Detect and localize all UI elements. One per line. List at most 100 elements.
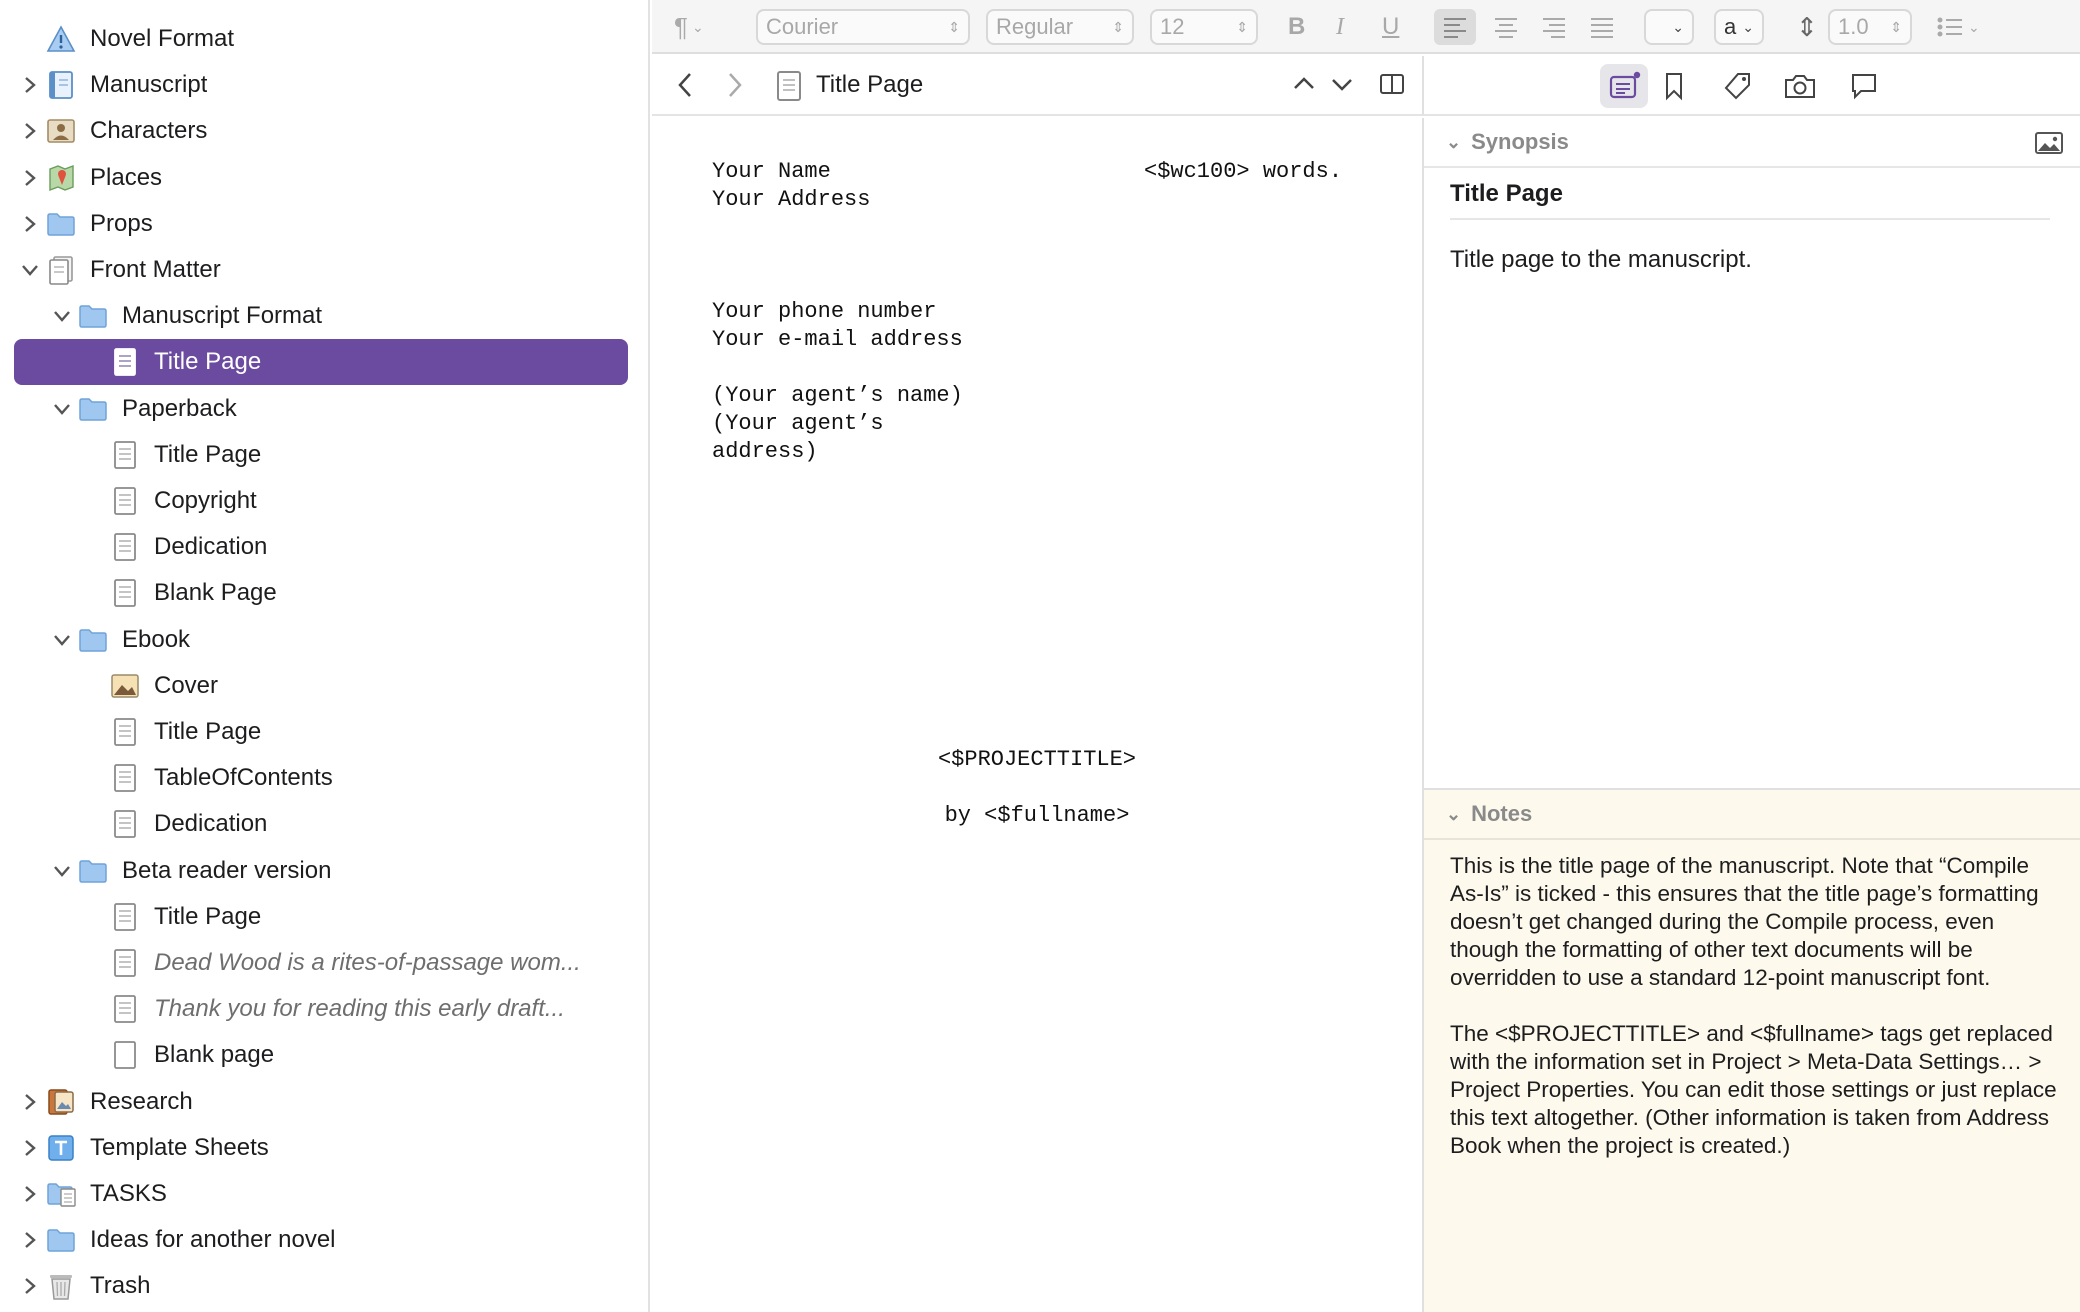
text-color-select[interactable]: ⌄ <box>1644 9 1694 45</box>
align-left-button[interactable] <box>1434 9 1476 45</box>
binder-item-label: Dedication <box>154 533 268 561</box>
research-icon <box>46 1087 76 1117</box>
disclosure-chevron-right-icon[interactable] <box>14 155 46 201</box>
chevron-down-icon: ⌄ <box>1968 18 1980 35</box>
align-right-button[interactable] <box>1534 9 1574 45</box>
binder-item[interactable]: Props <box>14 201 628 247</box>
notes-icon <box>1609 71 1641 99</box>
binder-item-label: Places <box>90 163 163 191</box>
binder-item-label: Title Page <box>154 902 262 930</box>
binder-item[interactable]: Dedication <box>14 524 628 570</box>
binder-item[interactable]: Cover <box>14 663 628 709</box>
disclosure-chevron-down-icon[interactable] <box>14 247 46 293</box>
inspector-bookmarks-tab[interactable] <box>1650 64 1698 108</box>
font-size-select[interactable]: 12 ⇕ <box>1150 9 1258 45</box>
disclosure-chevron-right-icon[interactable] <box>14 1079 46 1125</box>
binder-item[interactable]: Trash <box>14 1263 628 1309</box>
synopsis-image-toggle[interactable] <box>2034 130 2064 161</box>
document-icon <box>110 809 140 839</box>
binder-item[interactable]: Dedication <box>14 801 628 847</box>
synopsis-header[interactable]: ⌄ Synopsis <box>1424 118 2080 168</box>
disclosure-chevron-right-icon[interactable] <box>14 1263 46 1309</box>
document-icon <box>110 578 140 608</box>
binder-item[interactable]: Title Page <box>14 709 628 755</box>
highlight-select[interactable]: a ⌄ <box>1714 9 1764 45</box>
italic-button[interactable]: I <box>1336 9 1360 45</box>
disclosure-chevron-right-icon[interactable] <box>14 62 46 108</box>
binder-item-label: Title Page <box>154 440 262 468</box>
chevron-down-icon: ⌄ <box>1742 18 1754 35</box>
binder-item[interactable]: Template Sheets <box>14 1125 628 1171</box>
image-icon <box>110 671 140 701</box>
disclosure-chevron-right-icon[interactable] <box>14 1171 46 1217</box>
binder-item[interactable]: Title Page <box>14 894 628 940</box>
chevron-down-icon: ⌄ <box>1446 803 1462 824</box>
disclosure-chevron-down-icon[interactable] <box>46 293 78 339</box>
next-document-button[interactable] <box>1328 70 1356 103</box>
binder-item[interactable]: Thank you for reading this early draft..… <box>14 986 628 1032</box>
disclosure-chevron-right-icon[interactable] <box>14 201 46 247</box>
binder-item[interactable]: Blank page <box>14 1032 628 1078</box>
binder-item-label: Copyright <box>154 487 257 514</box>
editor-text-area[interactable]: Your Name Your Address <$wc100> words. Y… <box>652 118 1422 1312</box>
binder-item-label: Cover <box>154 671 219 699</box>
inspector-metadata-tab[interactable] <box>1714 64 1762 108</box>
back-button[interactable] <box>674 70 696 105</box>
paragraph-style-button[interactable]: ¶ ⌄ <box>674 9 724 45</box>
list-style-button[interactable]: ⌄ <box>1936 9 1996 45</box>
binder-item[interactable]: Dead Wood is a rites-of-passage wom... <box>14 940 628 986</box>
binder-item[interactable]: Ideas for another novel <box>14 1217 628 1263</box>
binder-item[interactable]: Manuscript <box>14 62 628 108</box>
binder-item[interactable]: Front Matter <box>14 247 628 293</box>
binder-item[interactable]: Ebook <box>14 617 628 663</box>
binder-item-label: Research <box>90 1087 193 1115</box>
binder-item[interactable]: Title Page <box>14 432 628 478</box>
inspector-snapshots-tab[interactable] <box>1776 64 1824 108</box>
disclosure-chevron-right-icon[interactable] <box>14 1125 46 1171</box>
document-icon <box>776 70 802 107</box>
binder-item[interactable]: TableOfContents <box>14 755 628 801</box>
synopsis-title[interactable]: Title Page <box>1450 180 2050 220</box>
editor-header-bar: Title Page <box>652 56 1422 116</box>
inspector-notes-tab[interactable] <box>1600 64 1648 108</box>
notes-paragraph-1: This is the title page of the manuscript… <box>1450 853 2039 990</box>
binder-item[interactable]: Characters <box>14 108 628 154</box>
binder-item[interactable]: Novel Format <box>14 16 628 62</box>
line-spacing-select[interactable]: 1.0 ⇕ <box>1828 9 1912 45</box>
font-family-select[interactable]: Courier ⇕ <box>756 9 970 45</box>
previous-document-button[interactable] <box>1290 70 1318 103</box>
binder-item[interactable]: Research <box>14 1079 628 1125</box>
binder-item[interactable]: Title Page <box>14 339 628 386</box>
synopsis-text[interactable]: Title page to the manuscript. <box>1450 246 2050 274</box>
binder-item[interactable]: TASKS <box>14 1171 628 1217</box>
disclosure-chevron-down-icon[interactable] <box>46 386 78 432</box>
notes-header[interactable]: ⌄ Notes <box>1424 790 2080 840</box>
underline-button[interactable]: U <box>1382 9 1406 45</box>
align-center-button[interactable] <box>1486 9 1526 45</box>
bold-button[interactable]: B <box>1288 9 1316 45</box>
forward-button[interactable] <box>724 70 746 105</box>
binder-item-label: Blank Page <box>154 579 277 607</box>
binder-sidebar: Novel Format Manuscript Characters Places Pr… <box>0 0 650 1312</box>
binder-item[interactable]: Beta reader version <box>14 848 628 894</box>
disclosure-chevron-right-icon[interactable] <box>14 108 46 154</box>
binder-item-label: Trash <box>90 1272 151 1300</box>
disclosure-chevron-down-icon[interactable] <box>46 617 78 663</box>
justify-button[interactable] <box>1582 9 1622 45</box>
split-editor-button[interactable] <box>1378 70 1406 103</box>
binder-item[interactable]: Manuscript Format <box>14 293 628 339</box>
notes-text[interactable]: This is the title page of the manuscript… <box>1450 852 2060 1160</box>
disclosure-chevron-right-icon[interactable] <box>14 1217 46 1263</box>
binder-item[interactable]: Paperback <box>14 386 628 432</box>
manuscript-icon <box>46 70 76 100</box>
font-style-select[interactable]: Regular ⇕ <box>986 9 1134 45</box>
binder-item[interactable]: Places <box>14 155 628 201</box>
binder-item[interactable]: Blank Page <box>14 570 628 616</box>
binder-item[interactable]: Copyright <box>14 478 628 524</box>
disclosure-chevron-down-icon[interactable] <box>46 848 78 894</box>
inspector-comments-tab[interactable] <box>1840 64 1888 108</box>
